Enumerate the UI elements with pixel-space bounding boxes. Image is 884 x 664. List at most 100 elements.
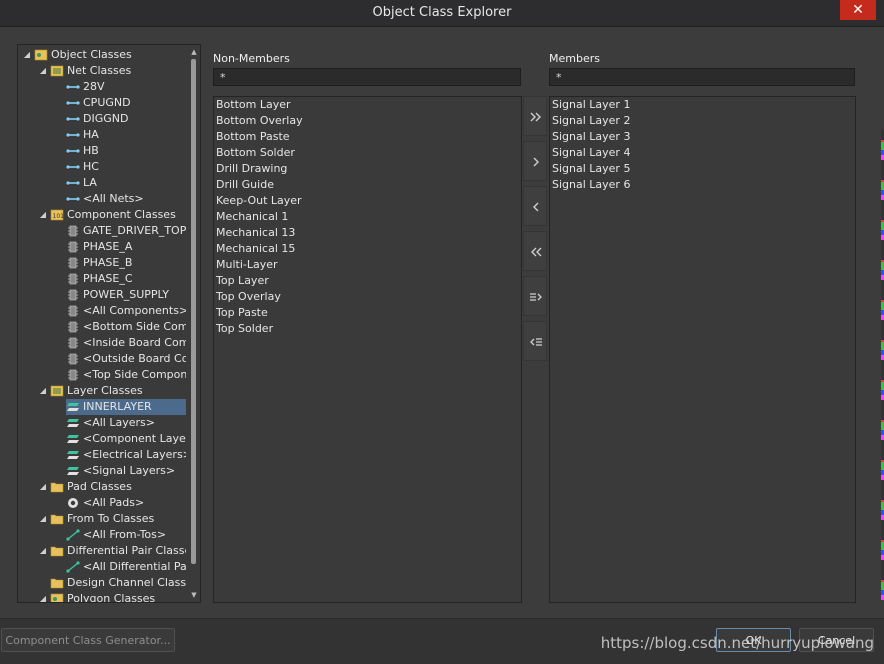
member-list-item[interactable]: Signal Layer 4: [550, 145, 855, 161]
component-icon: [68, 353, 78, 365]
tree-item-net[interactable]: CPUGND: [66, 95, 186, 111]
member-list-item[interactable]: Signal Layer 2: [550, 113, 855, 129]
expand-toggle-icon[interactable]: ◢: [22, 47, 32, 63]
tree-item-pad[interactable]: <All Pads>: [66, 495, 186, 511]
tree-item-net[interactable]: <All Nets>: [66, 191, 186, 207]
scroll-up-icon[interactable]: ▲: [190, 47, 198, 57]
tree-item-component[interactable]: PHASE_C: [66, 271, 186, 287]
tree-item-net[interactable]: HA: [66, 127, 186, 143]
tree-node-label: <All Layers>: [83, 416, 155, 429]
component-icon: [68, 305, 78, 317]
net-icon: [66, 133, 80, 137]
tree-node-label: 28V: [83, 80, 105, 93]
tree-item-layer[interactable]: <All Layers>: [66, 415, 186, 431]
tree-node-label: From To Classes: [67, 512, 155, 525]
object-class-tree[interactable]: ▲ ▼ ◢ Object Classes ◢ Net Classes 28V CPUGND…: [17, 44, 201, 603]
tree-group-polygon-classes[interactable]: Polygon Classes: [50, 591, 186, 603]
expand-toggle-icon[interactable]: ◢: [38, 383, 48, 399]
tree-node-label: Layer Classes: [67, 384, 143, 397]
member-list-item[interactable]: Signal Layer 5: [550, 161, 855, 177]
tree-item-net[interactable]: LA: [66, 175, 186, 191]
remove-selected-button[interactable]: [523, 186, 547, 226]
tree-node-label: <All Pads>: [83, 496, 145, 509]
non-member-list-item[interactable]: Top Solder: [214, 321, 521, 337]
tree-scrollbar[interactable]: ▲ ▼: [190, 45, 198, 602]
move-to-nonmembers-list-button[interactable]: [523, 321, 547, 361]
tree-item-component[interactable]: <Outside Board Co: [66, 351, 186, 367]
tree-group-pad-classes[interactable]: Pad Classes: [50, 479, 186, 495]
tree-item-component[interactable]: PHASE_B: [66, 255, 186, 271]
non-member-list-item[interactable]: Mechanical 15: [214, 241, 521, 257]
non-member-list-item[interactable]: Mechanical 13: [214, 225, 521, 241]
tree-group-component-classes[interactable]: 101 Component Classes: [50, 207, 186, 223]
member-list-item[interactable]: Signal Layer 3: [550, 129, 855, 145]
add-all-button[interactable]: [523, 96, 547, 136]
non-member-list-item[interactable]: Mechanical 1: [214, 209, 521, 225]
tree-item-layer[interactable]: <Electrical Layers>: [66, 447, 186, 463]
close-button[interactable]: ✕: [840, 0, 876, 20]
tree-item-net[interactable]: DIGGND: [66, 111, 186, 127]
tree-item-component[interactable]: PHASE_A: [66, 239, 186, 255]
tree-item-component[interactable]: <Inside Board Com: [66, 335, 186, 351]
tree-item-layer[interactable]: INNERLAYER: [66, 399, 186, 415]
non-member-list-item[interactable]: Bottom Solder: [214, 145, 521, 161]
tree-group-from-to-classes[interactable]: From To Classes: [50, 511, 186, 527]
member-list-item[interactable]: Signal Layer 1: [550, 97, 855, 113]
component-class-folder-icon: 101: [50, 209, 64, 221]
tree-item-net[interactable]: HC: [66, 159, 186, 175]
non-member-list-item[interactable]: Top Overlay: [214, 289, 521, 305]
tree-item-layer[interactable]: <Signal Layers>: [66, 463, 186, 479]
expand-toggle-icon[interactable]: ◢: [38, 543, 48, 559]
non-member-list-item[interactable]: Drill Guide: [214, 177, 521, 193]
expand-toggle-icon[interactable]: ◢: [38, 591, 48, 602]
expand-toggle-icon[interactable]: ◢: [38, 511, 48, 527]
tree-group-net-classes[interactable]: Net Classes: [50, 63, 186, 79]
tree-item-net[interactable]: HB: [66, 143, 186, 159]
member-list-item[interactable]: Signal Layer 6: [550, 177, 855, 193]
tree-group-layer-classes[interactable]: Layer Classes: [50, 383, 186, 399]
remove-all-button[interactable]: [523, 231, 547, 271]
non-members-heading: Non-Members: [213, 52, 290, 65]
expand-toggle-icon[interactable]: ◢: [38, 479, 48, 495]
tree-node-label: <Signal Layers>: [83, 464, 176, 477]
expand-toggle-icon[interactable]: ◢: [38, 63, 48, 79]
tree-group-design-channel-classes[interactable]: Design Channel Classe: [50, 575, 186, 591]
non-member-list-item[interactable]: Bottom Overlay: [214, 113, 521, 129]
title-bar: Object Class Explorer ✕: [0, 0, 884, 27]
layer-icon: [67, 467, 79, 475]
members-filter-input[interactable]: [549, 68, 855, 86]
list-arrow-right-icon: [530, 293, 542, 301]
non-members-list[interactable]: Bottom Layer Bottom Overlay Bottom Paste Bo…: [213, 96, 522, 603]
move-to-members-list-button[interactable]: [523, 276, 547, 316]
tree-item-component[interactable]: <Top Side Compon: [66, 367, 186, 383]
tree-item-net[interactable]: 28V: [66, 79, 186, 95]
non-member-list-item[interactable]: Multi-Layer: [214, 257, 521, 273]
component-class-generator-button[interactable]: Component Class Generator...: [1, 628, 175, 652]
non-member-list-item[interactable]: Drill Drawing: [214, 161, 521, 177]
tree-node-label: Design Channel Classe: [67, 576, 186, 589]
tree-item-component[interactable]: GATE_DRIVER_TOP: [66, 223, 186, 239]
members-list[interactable]: Signal Layer 1 Signal Layer 2 Signal Layer…: [549, 96, 856, 603]
add-selected-button[interactable]: [523, 141, 547, 181]
tree-item-differential-pair[interactable]: <All Differential Pai: [66, 559, 186, 575]
component-icon: [68, 273, 78, 285]
tree-item-component[interactable]: POWER_SUPPLY: [66, 287, 186, 303]
non-member-list-item[interactable]: Keep-Out Layer: [214, 193, 521, 209]
tree-item-component[interactable]: <All Components>: [66, 303, 186, 319]
non-member-list-item[interactable]: Top Paste: [214, 305, 521, 321]
tree-root[interactable]: Object Classes: [34, 47, 186, 63]
non-member-list-item[interactable]: Bottom Layer: [214, 97, 521, 113]
tree-item-component[interactable]: <Bottom Side Comp: [66, 319, 186, 335]
expand-toggle-icon[interactable]: ◢: [38, 207, 48, 223]
tree-group-differential-pair-classes[interactable]: Differential Pair Classe: [50, 543, 186, 559]
tree-node-label: <Inside Board Com: [83, 336, 186, 349]
tree-item-from-to[interactable]: <All From-Tos>: [66, 527, 186, 543]
non-members-filter-input[interactable]: [213, 68, 521, 86]
tree-item-layer[interactable]: <Component Layer: [66, 431, 186, 447]
tree-node-label: Polygon Classes: [67, 592, 156, 603]
non-member-list-item[interactable]: Top Layer: [214, 273, 521, 289]
non-member-list-item[interactable]: Bottom Paste: [214, 129, 521, 145]
scroll-thumb[interactable]: [191, 59, 196, 564]
component-icon: [68, 289, 78, 301]
scroll-down-icon[interactable]: ▼: [190, 590, 198, 600]
